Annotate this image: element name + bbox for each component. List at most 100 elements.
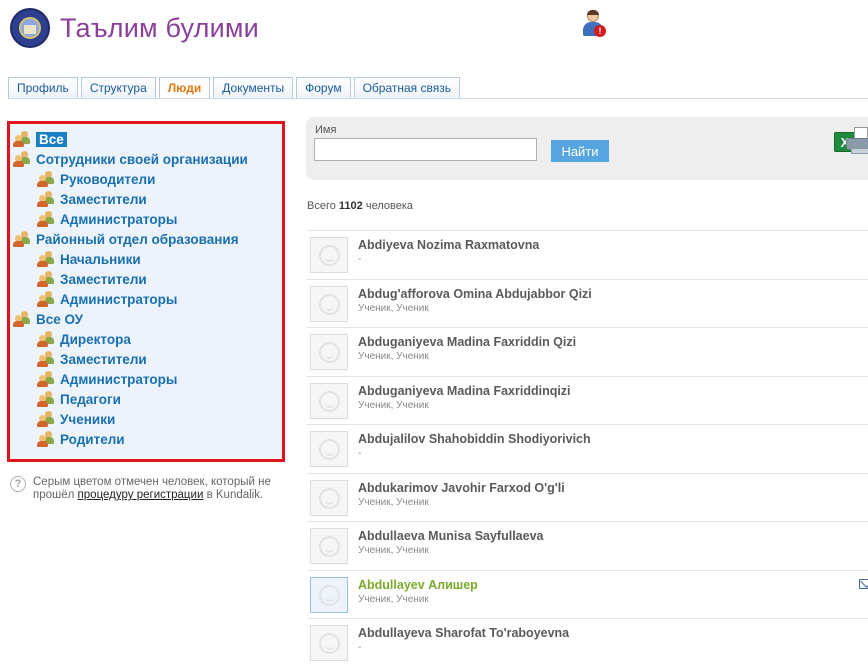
list-item: Abdujalilov Shahobiddin Shodiyorivich -	[307, 424, 868, 473]
person-name-link[interactable]: Abdug'afforova Omina Abdujabbor Qizi	[358, 287, 592, 301]
person-role: Ученик, Ученик	[358, 593, 429, 605]
group-icon	[13, 311, 31, 327]
group-icon	[37, 411, 55, 427]
nav-item-all-ou[interactable]: Все ОУ	[13, 309, 282, 329]
nav-item-label: Директора	[60, 331, 131, 347]
group-icon	[37, 211, 55, 227]
person-role: Ученик, Ученик	[358, 545, 429, 556]
people-total-count: Всего 1102 человека	[307, 200, 413, 212]
group-icon	[37, 371, 55, 387]
nav-item-label: Все ОУ	[36, 311, 84, 327]
nav-item-all[interactable]: Все	[13, 129, 282, 149]
nav-item-org-deputies[interactable]: Заместители	[13, 189, 282, 209]
avatar[interactable]	[310, 285, 348, 322]
avatar[interactable]	[310, 382, 348, 419]
nav-item-label: Руководители	[60, 171, 156, 187]
list-item: Abdullayev Алишер Ученик, Ученик	[307, 569, 868, 619]
group-icon	[37, 291, 55, 307]
list-item: Abduganiyeva Madina Faxriddinqizi Ученик…	[307, 375, 868, 425]
nav-item-ou-students[interactable]: Ученики	[13, 409, 282, 429]
list-item: Abdukarimov Javohir Farxod O'g'li Ученик…	[307, 472, 868, 522]
nav-item-label: Заместители	[60, 271, 147, 287]
search-panel: Имя Найти X	[306, 117, 868, 180]
nav-item-label: Администраторы	[60, 211, 178, 227]
tab-feedback[interactable]: Обратная связь	[353, 77, 460, 98]
tab-documents[interactable]: Документы	[213, 77, 294, 98]
group-icon	[13, 151, 31, 167]
group-icon	[37, 431, 55, 447]
person-role: -	[358, 254, 362, 265]
avatar[interactable]	[310, 237, 348, 273]
list-item: Abdiyeva Nozima Raxmatovna -	[307, 230, 868, 279]
nav-item-label: Сотрудники своей организации	[36, 151, 248, 167]
name-search-input[interactable]	[314, 138, 537, 161]
nav-item-label: Администраторы	[60, 291, 178, 307]
tab-structure[interactable]: Структура	[80, 77, 156, 98]
list-item: Abdullaeva Munisa Sayfullaeva Ученик, Уч…	[307, 521, 868, 570]
person-role: Ученик, Ученик	[358, 399, 429, 411]
person-name-link[interactable]: Abdullayev Алишер	[358, 578, 478, 592]
nav-item-ou-teachers[interactable]: Педагоги	[13, 389, 282, 409]
search-button[interactable]: Найти	[551, 140, 609, 162]
nav-item-label: Родители	[60, 431, 125, 447]
tabs-divider	[8, 98, 868, 99]
tab-profile[interactable]: Профиль	[8, 77, 78, 98]
group-icon	[37, 351, 55, 367]
nav-item-ou-directors[interactable]: Директора	[13, 329, 282, 349]
person-role: Ученик, Ученик	[358, 496, 429, 508]
person-name-link[interactable]: Abdujalilov Shahobiddin Shodiyorivich	[358, 432, 591, 446]
name-field-label: Имя	[315, 124, 337, 136]
list-item: Abduganiyeva Madina Faxriddin Qizi Учени…	[307, 327, 868, 376]
avatar[interactable]	[310, 576, 348, 613]
person-role: -	[358, 448, 362, 459]
group-icon	[37, 171, 55, 187]
nav-item-label: Все	[36, 131, 67, 147]
nav-item-district-dept[interactable]: Районный отдел образования	[13, 229, 282, 249]
people-filter-nav: Все Сотрудники своей организации Руковод…	[7, 121, 285, 462]
avatar[interactable]	[310, 334, 348, 370]
people-list: Abdiyeva Nozima Raxmatovna - Abdug'affor…	[307, 230, 868, 666]
group-icon	[13, 131, 31, 147]
avatar[interactable]	[310, 625, 348, 661]
page-title: Таълим булими	[60, 12, 259, 43]
nav-item-district-chiefs[interactable]: Начальники	[13, 249, 282, 269]
nav-item-district-deputies[interactable]: Заместители	[13, 269, 282, 289]
group-icon	[37, 251, 55, 267]
person-name-link[interactable]: Abdiyeva Nozima Raxmatovna	[358, 238, 539, 252]
nav-item-label: Заместители	[60, 191, 147, 207]
nav-item-ou-deputies[interactable]: Заместители	[13, 349, 282, 369]
nav-item-ou-admins[interactable]: Администраторы	[13, 369, 282, 389]
print-icon[interactable]	[846, 127, 868, 157]
person-role: -	[358, 642, 362, 653]
organization-logo-icon	[10, 8, 50, 48]
help-icon: ?	[10, 476, 26, 492]
person-name-link[interactable]: Abdullaeva Munisa Sayfullaeva	[358, 529, 544, 543]
avatar[interactable]	[310, 528, 348, 564]
user-alert-icon[interactable]: !	[581, 10, 606, 38]
nav-item-label: Начальники	[60, 251, 141, 267]
tab-bar: Профиль Структура Люди Документы Форум О…	[8, 77, 463, 98]
avatar[interactable]	[310, 431, 348, 467]
person-name-link[interactable]: Abdullayeva Sharofat To'raboyevna	[358, 626, 569, 640]
tab-forum[interactable]: Форум	[296, 77, 351, 98]
registration-procedure-link[interactable]: процедуру регистрации	[78, 489, 204, 501]
nav-item-label: Ученики	[60, 411, 116, 427]
group-icon	[37, 191, 55, 207]
person-name-link[interactable]: Abduganiyeva Madina Faxriddin Qizi	[358, 335, 576, 349]
list-item: Abdug'afforova Omina Abdujabbor Qizi Уче…	[307, 278, 868, 328]
nav-item-org-admins[interactable]: Администраторы	[13, 209, 282, 229]
nav-item-org-staff[interactable]: Сотрудники своей организации	[13, 149, 282, 169]
nav-item-label: Районный отдел образования	[36, 231, 239, 247]
nav-item-ou-parents[interactable]: Родители	[13, 429, 282, 449]
header: Таълим булими	[10, 8, 259, 48]
send-message-icon[interactable]	[859, 578, 868, 589]
nav-item-org-heads[interactable]: Руководители	[13, 169, 282, 189]
group-icon	[37, 271, 55, 287]
avatar[interactable]	[310, 479, 348, 516]
nav-item-district-admins[interactable]: Администраторы	[13, 289, 282, 309]
tab-people[interactable]: Люди	[158, 77, 211, 98]
nav-item-label: Педагоги	[60, 391, 121, 407]
person-name-link[interactable]: Abduganiyeva Madina Faxriddinqizi	[358, 384, 571, 398]
person-name-link[interactable]: Abdukarimov Javohir Farxod O'g'li	[358, 481, 565, 495]
registration-help-note: ? Серым цветом отмечен человек, который …	[10, 476, 280, 502]
